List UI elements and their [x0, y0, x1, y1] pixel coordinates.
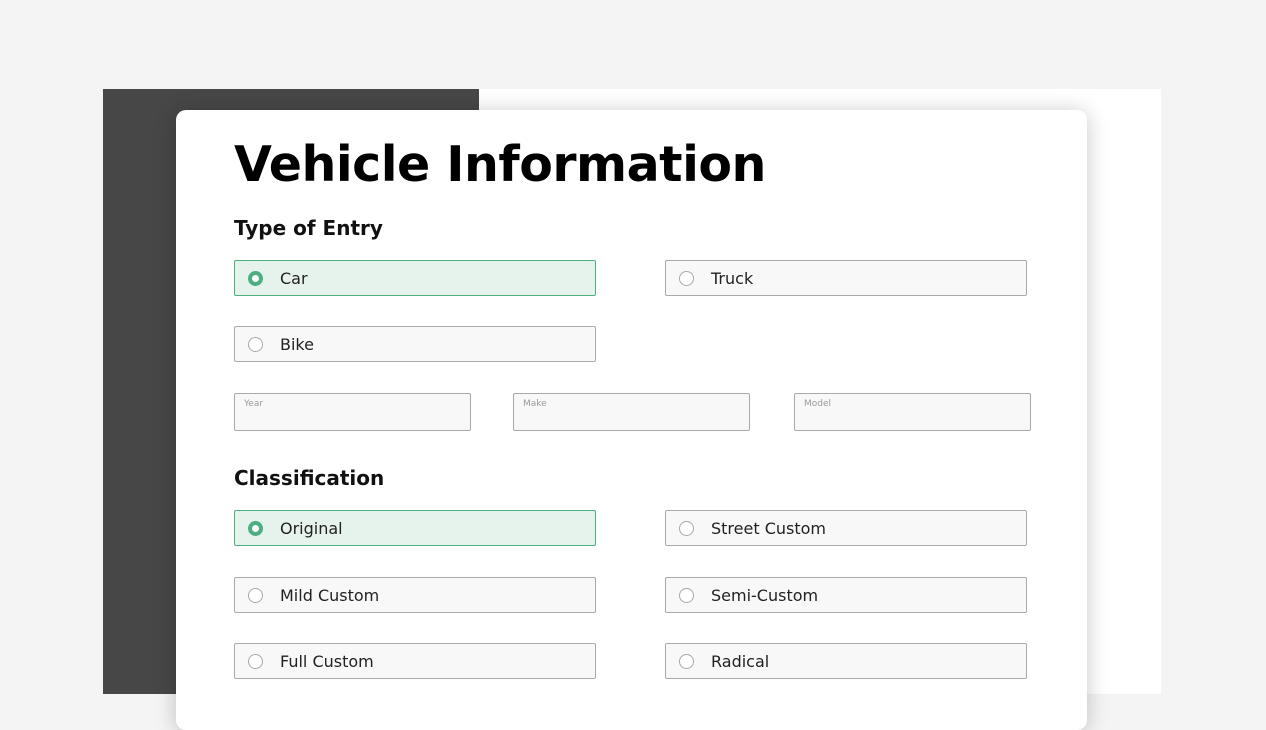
- year-field-label: Year: [244, 399, 264, 409]
- radio-option-street-custom[interactable]: Street Custom: [665, 510, 1027, 546]
- radio-option-car[interactable]: Car: [234, 260, 596, 296]
- model-field[interactable]: Model: [794, 393, 1031, 431]
- radio-label: Mild Custom: [280, 585, 380, 605]
- radio-button-icon: [248, 270, 263, 286]
- radio-label: Full Custom: [280, 651, 374, 671]
- radio-label: Bike: [280, 334, 314, 354]
- page-title: Vehicle Information: [234, 136, 766, 193]
- radio-button-icon: [679, 587, 694, 603]
- radio-option-radical[interactable]: Radical: [665, 643, 1027, 679]
- make-input[interactable]: [522, 410, 740, 428]
- radio-label: Semi-Custom: [711, 585, 819, 605]
- radio-button-icon: [248, 587, 263, 603]
- radio-button-icon: [679, 653, 694, 669]
- vehicle-information-card: Vehicle Information Type of Entry Car Tr…: [176, 110, 1087, 730]
- radio-option-truck[interactable]: Truck: [665, 260, 1027, 296]
- year-input[interactable]: [243, 410, 461, 428]
- radio-button-icon: [248, 653, 263, 669]
- radio-label: Car: [280, 268, 308, 288]
- radio-option-original[interactable]: Original: [234, 510, 596, 546]
- radio-option-semi-custom[interactable]: Semi-Custom: [665, 577, 1027, 613]
- radio-button-icon: [679, 520, 694, 536]
- radio-button-icon: [248, 336, 263, 352]
- radio-label: Radical: [711, 651, 770, 671]
- radio-button-icon: [248, 520, 263, 536]
- make-field[interactable]: Make: [513, 393, 750, 431]
- type-of-entry-heading: Type of Entry: [234, 216, 383, 240]
- radio-option-full-custom[interactable]: Full Custom: [234, 643, 596, 679]
- radio-label: Street Custom: [711, 518, 826, 538]
- radio-button-icon: [679, 270, 694, 286]
- radio-label: Truck: [711, 268, 754, 288]
- year-field[interactable]: Year: [234, 393, 471, 431]
- radio-label: Original: [280, 518, 343, 538]
- make-field-label: Make: [523, 399, 547, 409]
- radio-option-bike[interactable]: Bike: [234, 326, 596, 362]
- model-input[interactable]: [803, 410, 1021, 428]
- model-field-label: Model: [804, 399, 832, 409]
- classification-heading: Classification: [234, 466, 385, 490]
- radio-option-mild-custom[interactable]: Mild Custom: [234, 577, 596, 613]
